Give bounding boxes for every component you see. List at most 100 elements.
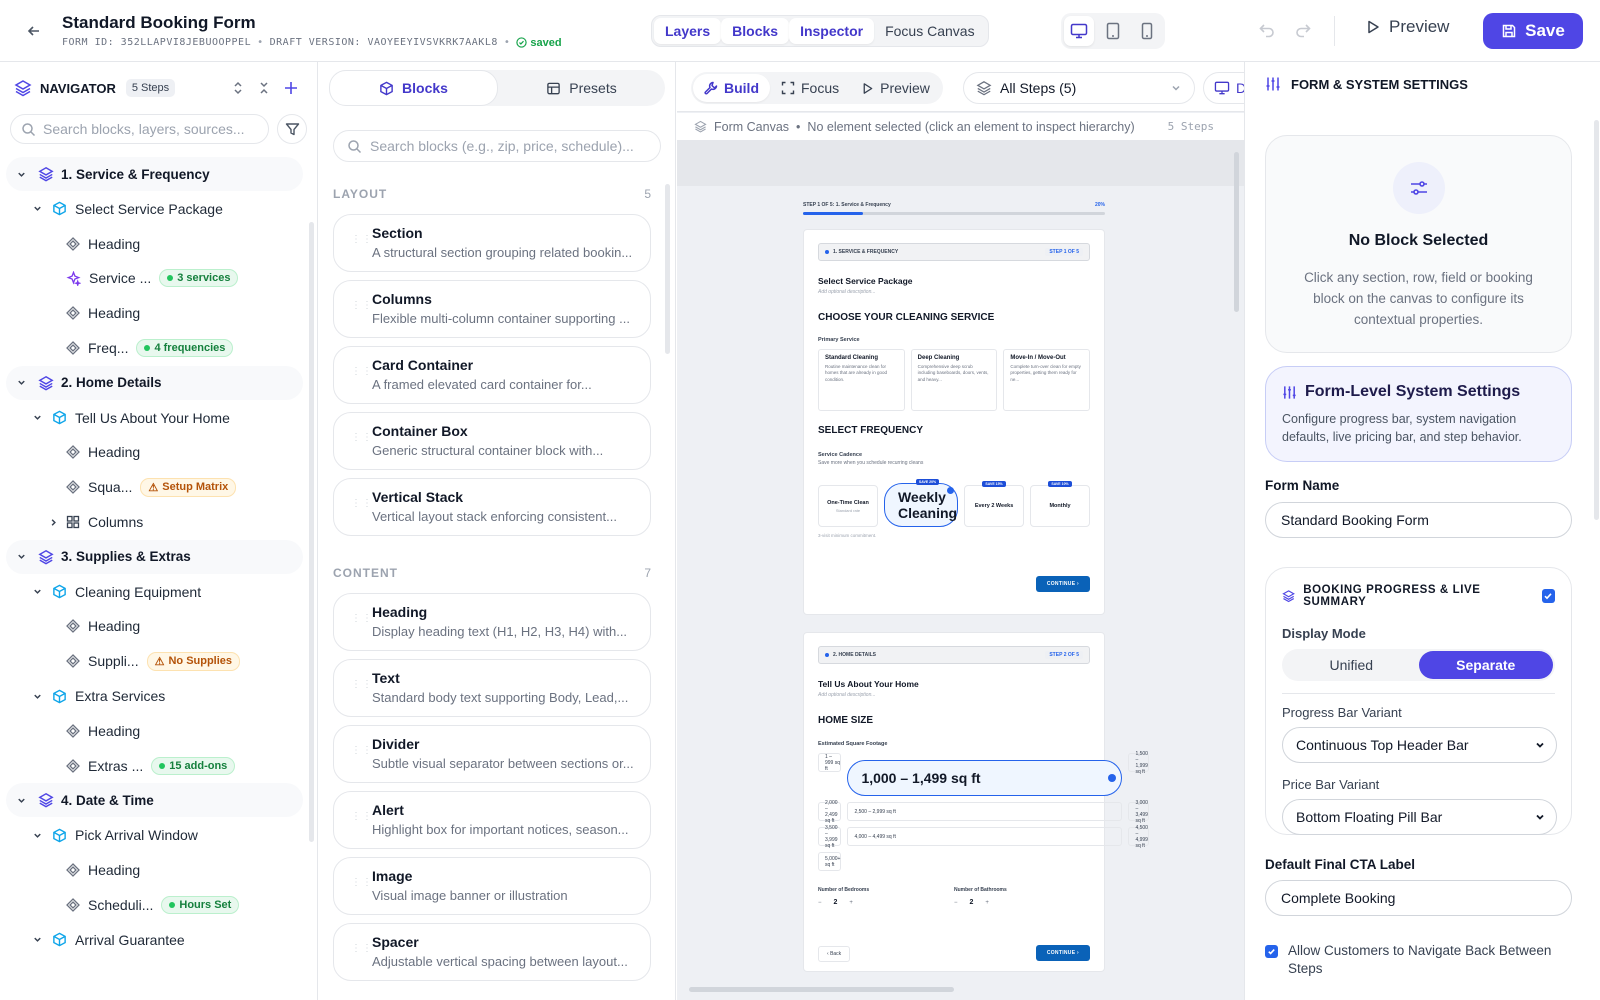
service-option[interactable]: Move-In / Move-Out Complete turn-over cle… (1003, 349, 1091, 411)
tab-layers[interactable]: Layers (654, 18, 722, 44)
settings-scrollbar[interactable] (1594, 120, 1599, 520)
cta-input[interactable] (1265, 880, 1572, 916)
tree-section[interactable]: Extra Services (30, 679, 165, 713)
redo-icon[interactable] (1294, 20, 1312, 38)
sq-ft-option[interactable]: 3,000 – 3,499 sq ft (1128, 800, 1149, 824)
block-card[interactable]: ⋮⋮ Container Box Generic structural contai… (333, 412, 651, 470)
display-mode-unified[interactable]: Unified (1284, 651, 1419, 679)
drag-handle-icon[interactable]: ⋮⋮ (351, 235, 373, 245)
tree-block[interactable]: Suppli... ⚠ No Supplies (66, 644, 241, 678)
navigator-scrollbar[interactable] (309, 222, 314, 842)
sq-ft-option[interactable]: 1,000 – 1,499 sq ft (847, 760, 1123, 796)
frequency-option[interactable]: SAVE 10% Monthly (1030, 481, 1090, 527)
breadcrumb-root[interactable]: Form Canvas (714, 120, 789, 134)
tree-block[interactable]: Columns (51, 505, 143, 539)
tab-blocks-library[interactable]: Blocks (329, 70, 498, 106)
canvas-vertical-scrollbar[interactable] (1234, 152, 1239, 312)
tree-section[interactable]: Arrival Guarantee (30, 923, 185, 957)
minus-icon[interactable]: − (818, 900, 822, 906)
chevron-down-icon[interactable] (14, 793, 28, 807)
tab-presets[interactable]: Presets (498, 70, 665, 106)
tab-build[interactable]: Build (693, 74, 770, 102)
service-option[interactable]: Standard Cleaning Routine maintenance cle… (818, 349, 905, 411)
drag-handle-icon[interactable]: ⋮⋮ (351, 746, 373, 756)
price-variant-select[interactable]: Bottom Floating Pill Bar (1282, 799, 1557, 835)
plus-icon[interactable]: + (849, 900, 853, 906)
blocks-search-input[interactable] (370, 138, 660, 154)
tree-block[interactable]: Heading (66, 714, 140, 748)
drag-handle-icon[interactable]: ⋮⋮ (351, 301, 373, 311)
tree-block[interactable]: Service ... 3 services (66, 261, 239, 295)
display-mode-separate[interactable]: Separate (1418, 651, 1553, 679)
tree-block[interactable]: Heading (66, 853, 140, 887)
chevron-right-icon[interactable] (46, 515, 60, 529)
drag-handle-icon[interactable]: ⋮⋮ (351, 433, 373, 443)
chevron-down-icon[interactable] (30, 933, 44, 947)
tree-section[interactable]: Pick Arrival Window (30, 818, 198, 852)
tree-step[interactable]: 3. Supplies & Extras (6, 539, 303, 574)
continue-button[interactable]: CONTINUE › (1035, 576, 1090, 592)
sq-ft-option[interactable]: 2,000 – 2,499 sq ft (818, 800, 842, 824)
tree-section[interactable]: Cleaning Equipment (30, 575, 201, 609)
sq-ft-option[interactable]: 1,500 – 1,999 sq ft (1128, 751, 1149, 775)
block-card[interactable]: ⋮⋮ Heading Display heading text (H1, H2, H… (333, 593, 651, 651)
canvas-horizontal-scrollbar[interactable] (689, 987, 954, 992)
tab-inspector[interactable]: Inspector (789, 18, 875, 44)
block-card[interactable]: ⋮⋮ Vertical Stack Vertical layout stack en… (333, 478, 651, 536)
chevron-down-icon[interactable] (30, 828, 44, 842)
tablet-icon[interactable] (1098, 16, 1128, 46)
chevron-down-icon[interactable] (30, 689, 44, 703)
step-select[interactable]: All Steps (5) (963, 72, 1195, 104)
drag-handle-icon[interactable]: ⋮⋮ (351, 878, 373, 888)
navigator-search-input[interactable] (43, 121, 268, 137)
tree-block[interactable]: Heading (66, 609, 140, 643)
tree-block[interactable]: Scheduli... Hours Set (66, 888, 240, 922)
drag-handle-icon[interactable]: ⋮⋮ (351, 614, 373, 624)
tree-block[interactable]: Heading (66, 227, 140, 261)
frequency-option[interactable]: One-Time Clean Standard rate (818, 485, 878, 527)
block-card[interactable]: ⋮⋮ Card Container A framed elevated card c… (333, 346, 651, 404)
undo-icon[interactable] (1258, 20, 1276, 38)
progress-variant-select[interactable]: Continuous Top Header Bar (1282, 727, 1557, 763)
device-preview-button[interactable]: D (1203, 72, 1244, 104)
block-card[interactable]: ⋮⋮ Alert Highlight box for important notic… (333, 791, 651, 849)
sq-ft-option[interactable]: 2,500 – 2,999 sq ft (847, 802, 1123, 821)
block-card[interactable]: ⋮⋮ Text Standard body text supporting Body… (333, 659, 651, 717)
expand-all-icon[interactable] (231, 81, 245, 95)
tree-step[interactable]: 4. Date & Time (6, 783, 303, 818)
tab-focus[interactable]: Focus (770, 74, 850, 102)
tab-focus-canvas[interactable]: Focus Canvas (874, 18, 985, 44)
chevron-down-icon[interactable] (14, 376, 28, 390)
chevron-down-icon[interactable] (30, 411, 44, 425)
back-button[interactable]: ‹ Back (818, 946, 851, 962)
chevron-down-icon[interactable] (14, 550, 28, 564)
tree-step[interactable]: 2. Home Details (6, 365, 303, 400)
tree-block[interactable]: Freq... 4 frequencies (66, 331, 234, 365)
block-card[interactable]: ⋮⋮ Divider Subtle visual separator between… (333, 725, 651, 783)
tree-block[interactable]: Extras ... 15 add-ons (66, 749, 236, 783)
sq-ft-option[interactable]: 4,000 – 4,499 sq ft (847, 827, 1123, 846)
sq-ft-option[interactable]: 5,000+ sq ft (818, 852, 842, 871)
save-button[interactable]: Save (1483, 13, 1583, 49)
sq-ft-option[interactable]: 1 – 999 sq ft (818, 753, 842, 772)
add-icon[interactable] (283, 80, 299, 96)
chevron-down-icon[interactable] (14, 167, 28, 181)
filter-icon[interactable] (277, 114, 307, 144)
frequency-option[interactable]: SAVE 20% Weekly Cleaning (883, 479, 959, 527)
tree-block[interactable]: Heading (66, 435, 140, 469)
frequency-option[interactable]: SAVE 15% Every 2 Weeks (964, 481, 1025, 527)
drag-handle-icon[interactable]: ⋮⋮ (351, 499, 373, 509)
tree-section[interactable]: Tell Us About Your Home (30, 401, 230, 435)
sq-ft-option[interactable]: 4,500 – 4,999 sq ft (1128, 825, 1149, 849)
mobile-icon[interactable] (1132, 16, 1162, 46)
step-card-2[interactable]: 2. HOME DETAILS STEP 2 OF 5 Tell Us Abou… (803, 632, 1149, 972)
allow-back-checkbox[interactable] (1265, 945, 1278, 958)
drag-handle-icon[interactable]: ⋮⋮ (351, 812, 373, 822)
drag-handle-icon[interactable]: ⋮⋮ (351, 680, 373, 690)
sq-ft-option[interactable]: 3,500 – 3,999 sq ft (818, 825, 842, 849)
block-card[interactable]: ⋮⋮ Spacer Adjustable vertical spacing betw… (333, 923, 651, 981)
block-card[interactable]: ⋮⋮ Section A structural section grouping r… (333, 214, 651, 272)
preview-button[interactable]: Preview (1365, 17, 1449, 37)
tree-step[interactable]: 1. Service & Frequency (6, 157, 303, 191)
blocks-scrollbar[interactable] (665, 184, 670, 354)
